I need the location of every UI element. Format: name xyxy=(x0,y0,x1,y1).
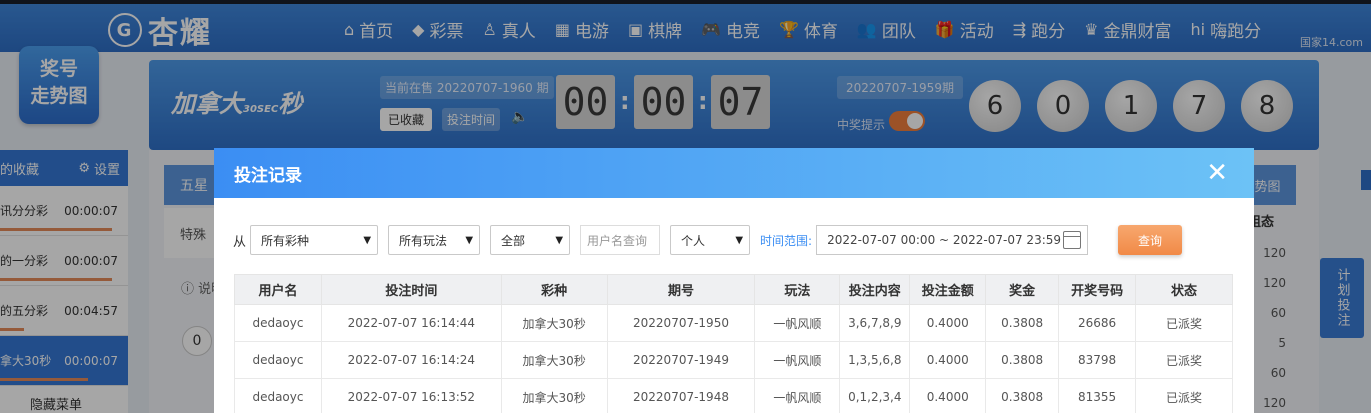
cell-username: dedaoyc xyxy=(234,341,322,379)
cell-status: 已派奖 xyxy=(1135,378,1233,413)
column-header: 状态 xyxy=(1135,274,1233,305)
column-header: 奖金 xyxy=(985,274,1060,305)
cell-play: 一帆风顺 xyxy=(754,341,841,379)
cell-play: 一帆风顺 xyxy=(754,304,841,342)
table-row[interactable]: dedaoyc 2022-07-07 16:13:52 加拿大30秒 20220… xyxy=(234,378,1233,413)
cell-content: 3,6,7,8,9 xyxy=(839,304,911,342)
time-range-label: 时间范围: xyxy=(760,233,813,248)
modal-title: 投注记录 xyxy=(234,165,302,186)
cell-prize: 0.3808 xyxy=(985,304,1060,342)
lottery-select[interactable]: 所有彩种 ▼ xyxy=(250,225,379,255)
chevron-down-icon: ▼ xyxy=(555,234,564,246)
column-header: 投注内容 xyxy=(839,274,911,305)
calendar-icon xyxy=(1063,231,1082,249)
query-button[interactable]: 查询 xyxy=(1118,225,1183,255)
bet-records-modal: 投注记录 ✕ 从 所有彩种 ▼ 所有玩法 ▼ 全部 ▼ 用户名查询 个人 ▼ 时间范围:… xyxy=(214,148,1254,413)
cell-lottery: 加拿大30秒 xyxy=(500,304,608,342)
cell-username: dedaoyc xyxy=(234,304,322,342)
cell-lottery: 加拿大30秒 xyxy=(500,341,608,379)
cell-bet-time: 2022-07-07 16:14:24 xyxy=(320,341,502,379)
column-header: 投注金额 xyxy=(909,274,987,305)
play-select[interactable]: 所有玩法 ▼ xyxy=(388,225,481,255)
cell-bet-time: 2022-07-07 16:14:44 xyxy=(320,304,502,342)
cell-content: 1,3,5,6,8 xyxy=(839,341,911,379)
table-row[interactable]: dedaoyc 2022-07-07 16:14:24 加拿大30秒 20220… xyxy=(234,341,1233,379)
cell-draw-number: 81355 xyxy=(1058,378,1137,413)
cell-username: dedaoyc xyxy=(234,378,322,413)
table-header-row: 用户名 投注时间 彩种 期号 玩法 投注内容 投注金额 奖金 开奖号码 状态 xyxy=(234,274,1233,305)
date-range-picker[interactable]: 2022-07-07 00:00 ~ 2022-07-07 23:59 xyxy=(816,225,1089,255)
cell-amount: 0.4000 xyxy=(909,378,987,413)
cell-draw-number: 26686 xyxy=(1058,304,1137,342)
scope-select[interactable]: 全部 ▼ xyxy=(490,225,571,255)
cell-amount: 0.4000 xyxy=(909,341,987,379)
date-range-value: 2022-07-07 00:00 ~ 2022-07-07 23:59 xyxy=(827,233,1062,247)
cell-prize: 0.3808 xyxy=(985,378,1060,413)
column-header: 彩种 xyxy=(500,274,608,305)
play-select-value: 所有玩法 xyxy=(399,233,448,248)
cell-issue: 20220707-1949 xyxy=(606,341,756,379)
bet-records-table: 用户名 投注时间 彩种 期号 玩法 投注内容 投注金额 奖金 开奖号码 状态 d… xyxy=(234,274,1233,413)
who-select-value: 个人 xyxy=(681,233,706,248)
close-icon[interactable]: ✕ xyxy=(1206,160,1228,186)
who-select[interactable]: 个人 ▼ xyxy=(670,225,751,255)
column-header: 玩法 xyxy=(754,274,841,305)
cell-lottery: 加拿大30秒 xyxy=(500,378,608,413)
chevron-down-icon: ▼ xyxy=(465,234,474,246)
column-header: 用户名 xyxy=(234,274,322,305)
table-row[interactable]: dedaoyc 2022-07-07 16:14:44 加拿大30秒 20220… xyxy=(234,304,1233,342)
cell-prize: 0.3808 xyxy=(985,341,1060,379)
cell-issue: 20220707-1948 xyxy=(606,378,756,413)
cell-issue: 20220707-1950 xyxy=(606,304,756,342)
cell-draw-number: 83798 xyxy=(1058,341,1137,379)
filter-bar: 从 所有彩种 ▼ 所有玩法 ▼ 全部 ▼ 用户名查询 个人 ▼ 时间范围: 2022-0… xyxy=(233,224,1183,256)
column-header: 开奖号码 xyxy=(1058,274,1137,305)
chevron-down-icon: ▼ xyxy=(735,234,744,246)
cell-status: 已派奖 xyxy=(1135,304,1233,342)
cell-amount: 0.4000 xyxy=(909,304,987,342)
username-placeholder: 用户名查询 xyxy=(587,233,648,248)
cell-bet-time: 2022-07-07 16:13:52 xyxy=(320,378,502,413)
scope-select-value: 全部 xyxy=(501,233,526,248)
column-header: 投注时间 xyxy=(320,274,502,305)
column-header: 期号 xyxy=(606,274,756,305)
lottery-select-value: 所有彩种 xyxy=(261,233,310,248)
cell-content: 0,1,2,3,4 xyxy=(839,378,911,413)
cell-play: 一帆风顺 xyxy=(754,378,841,413)
chevron-down-icon: ▼ xyxy=(363,234,372,246)
username-search-input[interactable]: 用户名查询 xyxy=(580,225,661,255)
modal-header: 投注记录 ✕ xyxy=(214,148,1254,198)
from-label: 从 xyxy=(233,234,247,250)
cell-status: 已派奖 xyxy=(1135,341,1233,379)
